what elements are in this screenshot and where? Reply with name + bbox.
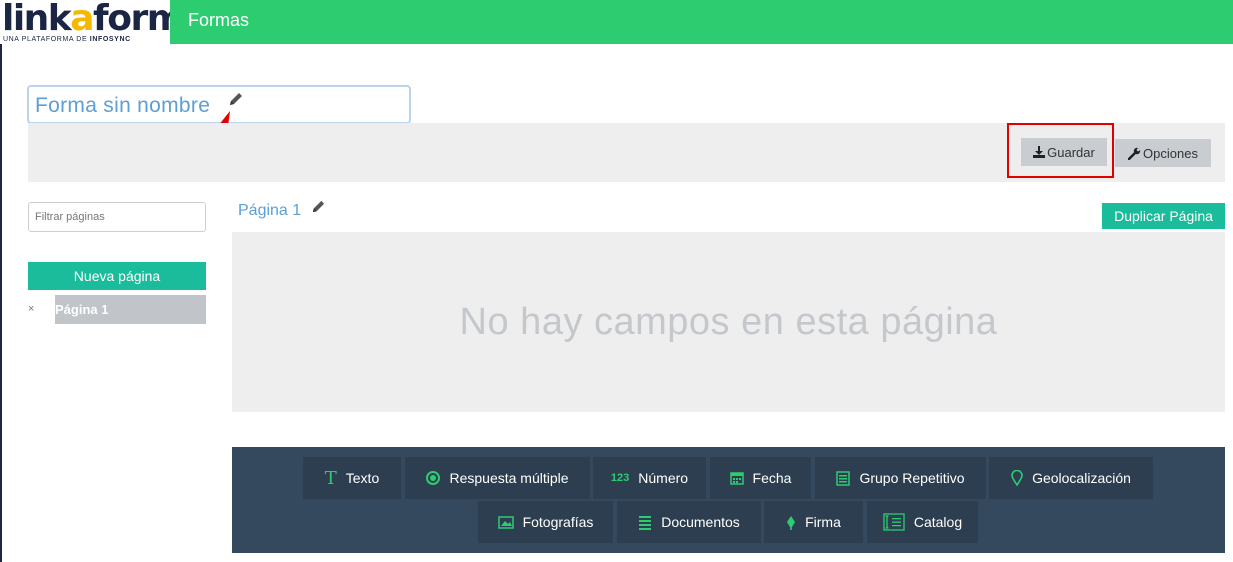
edit-page-pencil-icon[interactable] xyxy=(311,199,326,214)
list-icon xyxy=(836,470,851,486)
remove-page-icon[interactable]: × xyxy=(28,303,34,315)
save-button-label: Guardar xyxy=(1047,144,1095,160)
empty-page-message: No hay campos en esta página xyxy=(459,300,998,343)
123-icon: 123 xyxy=(610,472,630,484)
logo-wordmark: linkaform xyxy=(2,0,184,39)
field-button-text[interactable]: T Texto xyxy=(303,457,401,499)
logo: linkaform UNA PLATAFORMA DE INFOSYNC xyxy=(0,0,184,44)
text-T-icon: T xyxy=(324,467,337,489)
image-icon xyxy=(497,515,514,529)
edit-pencil-icon[interactable] xyxy=(228,91,244,107)
options-button[interactable]: Opciones xyxy=(1115,139,1211,167)
download-icon xyxy=(1033,146,1046,158)
wrench-icon xyxy=(1128,147,1141,160)
left-edge-divider xyxy=(0,44,2,562)
document-icon xyxy=(639,515,652,530)
radio-icon xyxy=(426,471,441,485)
save-button[interactable]: Guardar xyxy=(1021,138,1107,166)
field-button-repeating-group[interactable]: Grupo Repetitivo xyxy=(815,457,986,499)
duplicate-page-button[interactable]: Duplicar Página xyxy=(1102,203,1225,229)
section-title[interactable]: Formas xyxy=(188,10,249,31)
field-button-catalog[interactable]: Catalog xyxy=(867,501,978,543)
map-pin-icon xyxy=(1011,470,1023,486)
field-palette: T Texto Respuesta múltiple 123 Número Fe… xyxy=(232,447,1225,553)
field-button-date[interactable]: Fecha xyxy=(710,457,811,499)
logo-tagline: UNA PLATAFORMA DE INFOSYNC xyxy=(3,36,131,43)
pen-icon xyxy=(787,515,796,530)
field-button-geolocation[interactable]: Geolocalización xyxy=(989,457,1153,499)
field-button-number[interactable]: 123 Número xyxy=(593,457,706,499)
field-button-documents[interactable]: Documentos xyxy=(617,501,761,543)
new-page-button[interactable]: Nueva página xyxy=(28,262,206,290)
calendar-icon xyxy=(729,472,744,485)
options-button-label: Opciones xyxy=(1143,145,1198,161)
catalog-icon xyxy=(883,513,905,531)
field-button-multiple-choice[interactable]: Respuesta múltiple xyxy=(405,457,590,499)
field-button-signature[interactable]: Firma xyxy=(764,501,863,543)
page-drop-area[interactable]: No hay campos en esta página xyxy=(232,232,1225,412)
top-bar: Formas xyxy=(170,0,1233,44)
field-button-photos[interactable]: Fotografías xyxy=(478,501,613,543)
page-list-item[interactable]: Página 1 xyxy=(55,295,206,324)
filter-pages-input[interactable] xyxy=(28,202,206,232)
page-title[interactable]: Página 1 xyxy=(238,202,301,220)
